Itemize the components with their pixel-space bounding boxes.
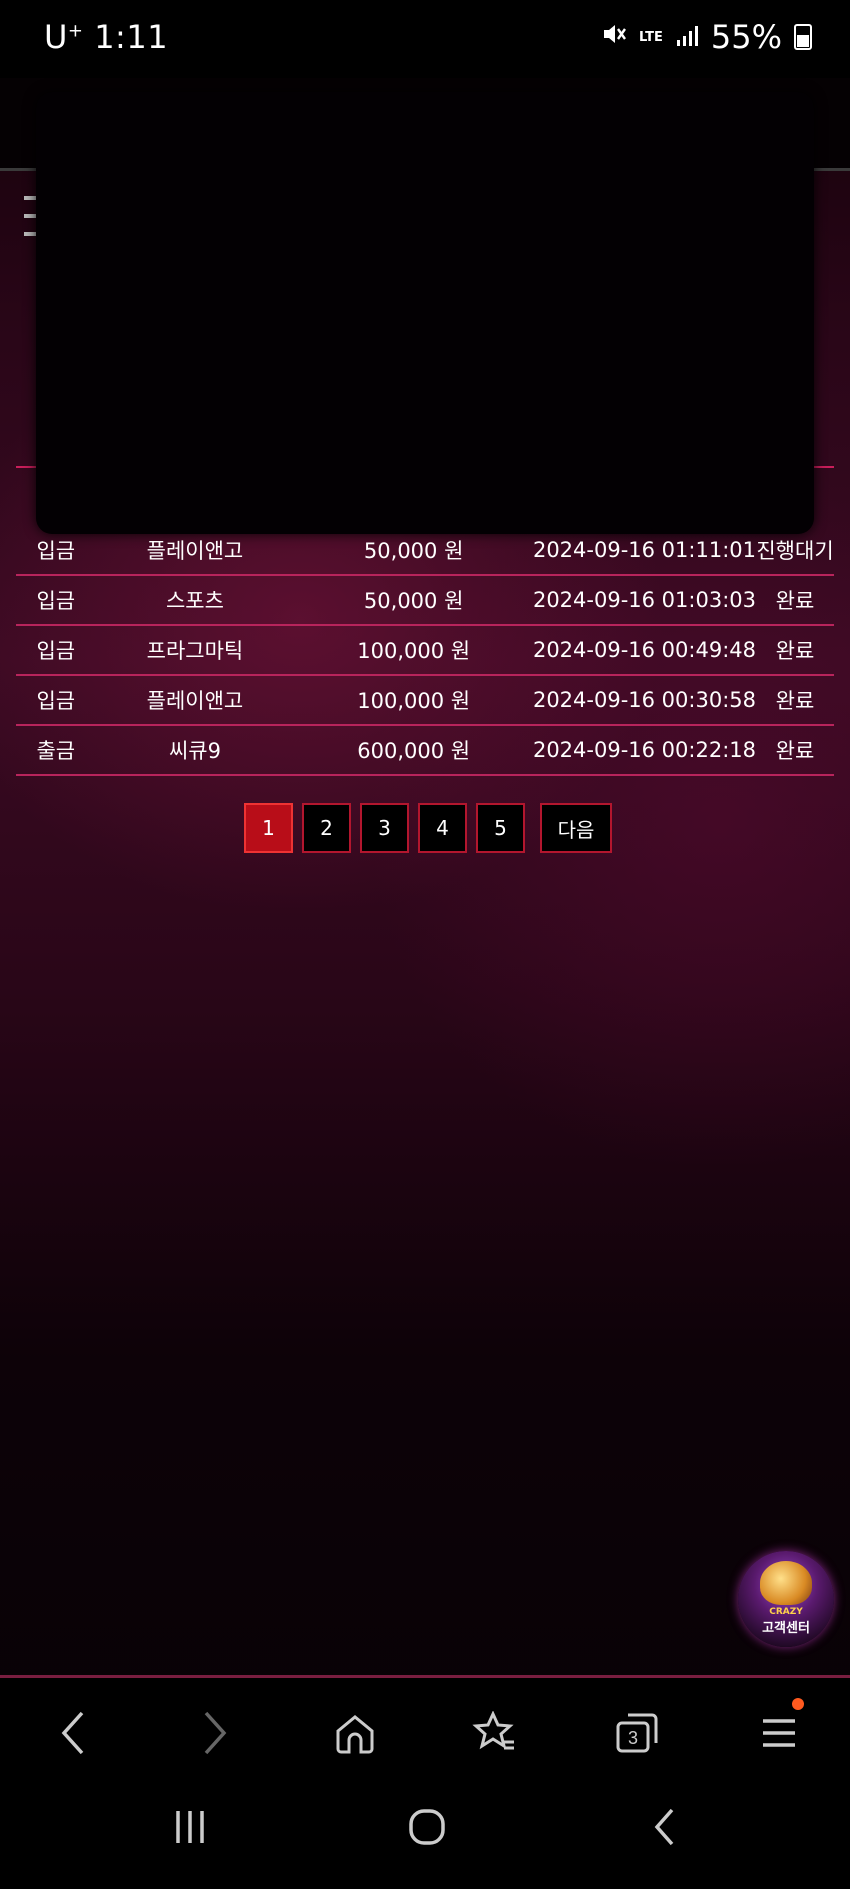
home-circle-icon (409, 1809, 445, 1845)
datetime-cell: 2024-09-16 00:30:58 (532, 675, 756, 726)
type-cell: 입금 (16, 625, 96, 676)
datetime-cell: 2024-09-16 00:22:18 (532, 725, 756, 776)
notification-dot (792, 1698, 804, 1710)
battery-icon (794, 24, 812, 50)
type-cell: 입금 (16, 526, 96, 576)
type-cell: 입금 (16, 675, 96, 726)
table-row: 입금 플레이앤고 100,000 원 2024-09-16 00:30:58 완… (16, 675, 834, 726)
pagination: 1 2 3 4 5 다음 (0, 803, 850, 853)
next-page-button[interactable]: 다음 (540, 803, 612, 853)
status-cell: 완료 (756, 675, 834, 726)
back-button[interactable] (48, 1708, 98, 1758)
mute-icon (601, 21, 627, 54)
status-cell: 완료 (756, 575, 834, 626)
back-icon (61, 1711, 84, 1755)
carrier-label: U (44, 18, 68, 56)
customer-center-brand: CRAZY (769, 1607, 803, 1617)
status-cell: 완료 (756, 725, 834, 776)
site-menu-icon[interactable] (24, 196, 36, 242)
clock: 1:11 (94, 18, 169, 56)
customer-center-label: 고객센터 (762, 1621, 810, 1636)
home-button[interactable] (330, 1708, 380, 1758)
bookmarks-button[interactable] (470, 1708, 520, 1758)
page-button-4[interactable]: 4 (418, 803, 467, 853)
game-cell: 씨큐9 (95, 725, 295, 776)
status-cell: 완료 (756, 625, 834, 676)
transaction-table: 입금 플레이앤고 50,000 원 2024-09-16 01:11:01 진행… (16, 526, 834, 776)
table-row: 입금 스포츠 50,000 원 2024-09-16 01:03:03 완료 (16, 575, 834, 626)
datetime-cell: 2024-09-16 01:03:03 (532, 575, 756, 626)
system-back-button[interactable] (640, 1802, 690, 1852)
page-button-2[interactable]: 2 (302, 803, 351, 853)
game-cell: 스포츠 (95, 575, 295, 626)
page-button-3[interactable]: 3 (360, 803, 409, 853)
overlay-block (36, 92, 814, 534)
type-cell: 입금 (16, 575, 96, 626)
forward-button[interactable] (190, 1708, 240, 1758)
game-cell: 플레이앤고 (95, 675, 295, 726)
game-cell: 플레이앤고 (95, 526, 295, 576)
amount-cell: 50,000 원 (294, 526, 533, 576)
menu-button[interactable] (754, 1698, 804, 1758)
system-nav-bar (0, 1780, 850, 1889)
datetime-cell: 2024-09-16 00:49:48 (532, 625, 756, 676)
status-icons: LTE 55% (601, 18, 812, 56)
amount-cell: 100,000 원 (294, 675, 533, 726)
bookmark-star-icon (472, 1711, 514, 1750)
status-bar: U+ 1:11 LTE 55% (0, 0, 850, 78)
network-type: LTE (638, 29, 663, 45)
recent-apps-icon (176, 1811, 204, 1843)
game-cell: 프라그마틱 (95, 625, 295, 676)
mascot-image (760, 1561, 812, 1605)
page-button-5[interactable]: 5 (476, 803, 525, 853)
signal-icon (675, 18, 699, 56)
home-nav-button[interactable] (402, 1802, 452, 1852)
menu-icon (763, 1719, 795, 1747)
datetime-cell: 2024-09-16 01:11:01 (532, 526, 756, 576)
tabs-count: 3 (628, 1728, 638, 1748)
system-back-icon (654, 1808, 674, 1846)
table-row: 입금 프라그마틱 100,000 원 2024-09-16 00:49:48 완… (16, 625, 834, 676)
tabs-button[interactable]: 3 (612, 1708, 662, 1758)
recent-apps-button[interactable] (165, 1802, 215, 1852)
type-cell: 출금 (16, 725, 96, 776)
table-row: 출금 씨큐9 600,000 원 2024-09-16 00:22:18 완료 (16, 725, 834, 776)
amount-cell: 100,000 원 (294, 625, 533, 676)
table-row: 입금 플레이앤고 50,000 원 2024-09-16 01:11:01 진행… (16, 526, 834, 576)
customer-center-button[interactable]: CRAZY 고객센터 (738, 1551, 834, 1647)
amount-cell: 50,000 원 (294, 575, 533, 626)
tabs-icon: 3 (616, 1713, 658, 1753)
carrier-sup: + (67, 20, 84, 42)
page-button-1[interactable]: 1 (244, 803, 293, 853)
home-icon (336, 1715, 374, 1754)
battery-percent: 55% (710, 18, 782, 56)
status-cell: 진행대기 (756, 526, 834, 576)
status-time: U+ 1:11 (44, 18, 168, 56)
forward-icon (204, 1711, 227, 1755)
amount-cell: 600,000 원 (294, 725, 533, 776)
browser-toolbar: 3 (0, 1675, 850, 1783)
